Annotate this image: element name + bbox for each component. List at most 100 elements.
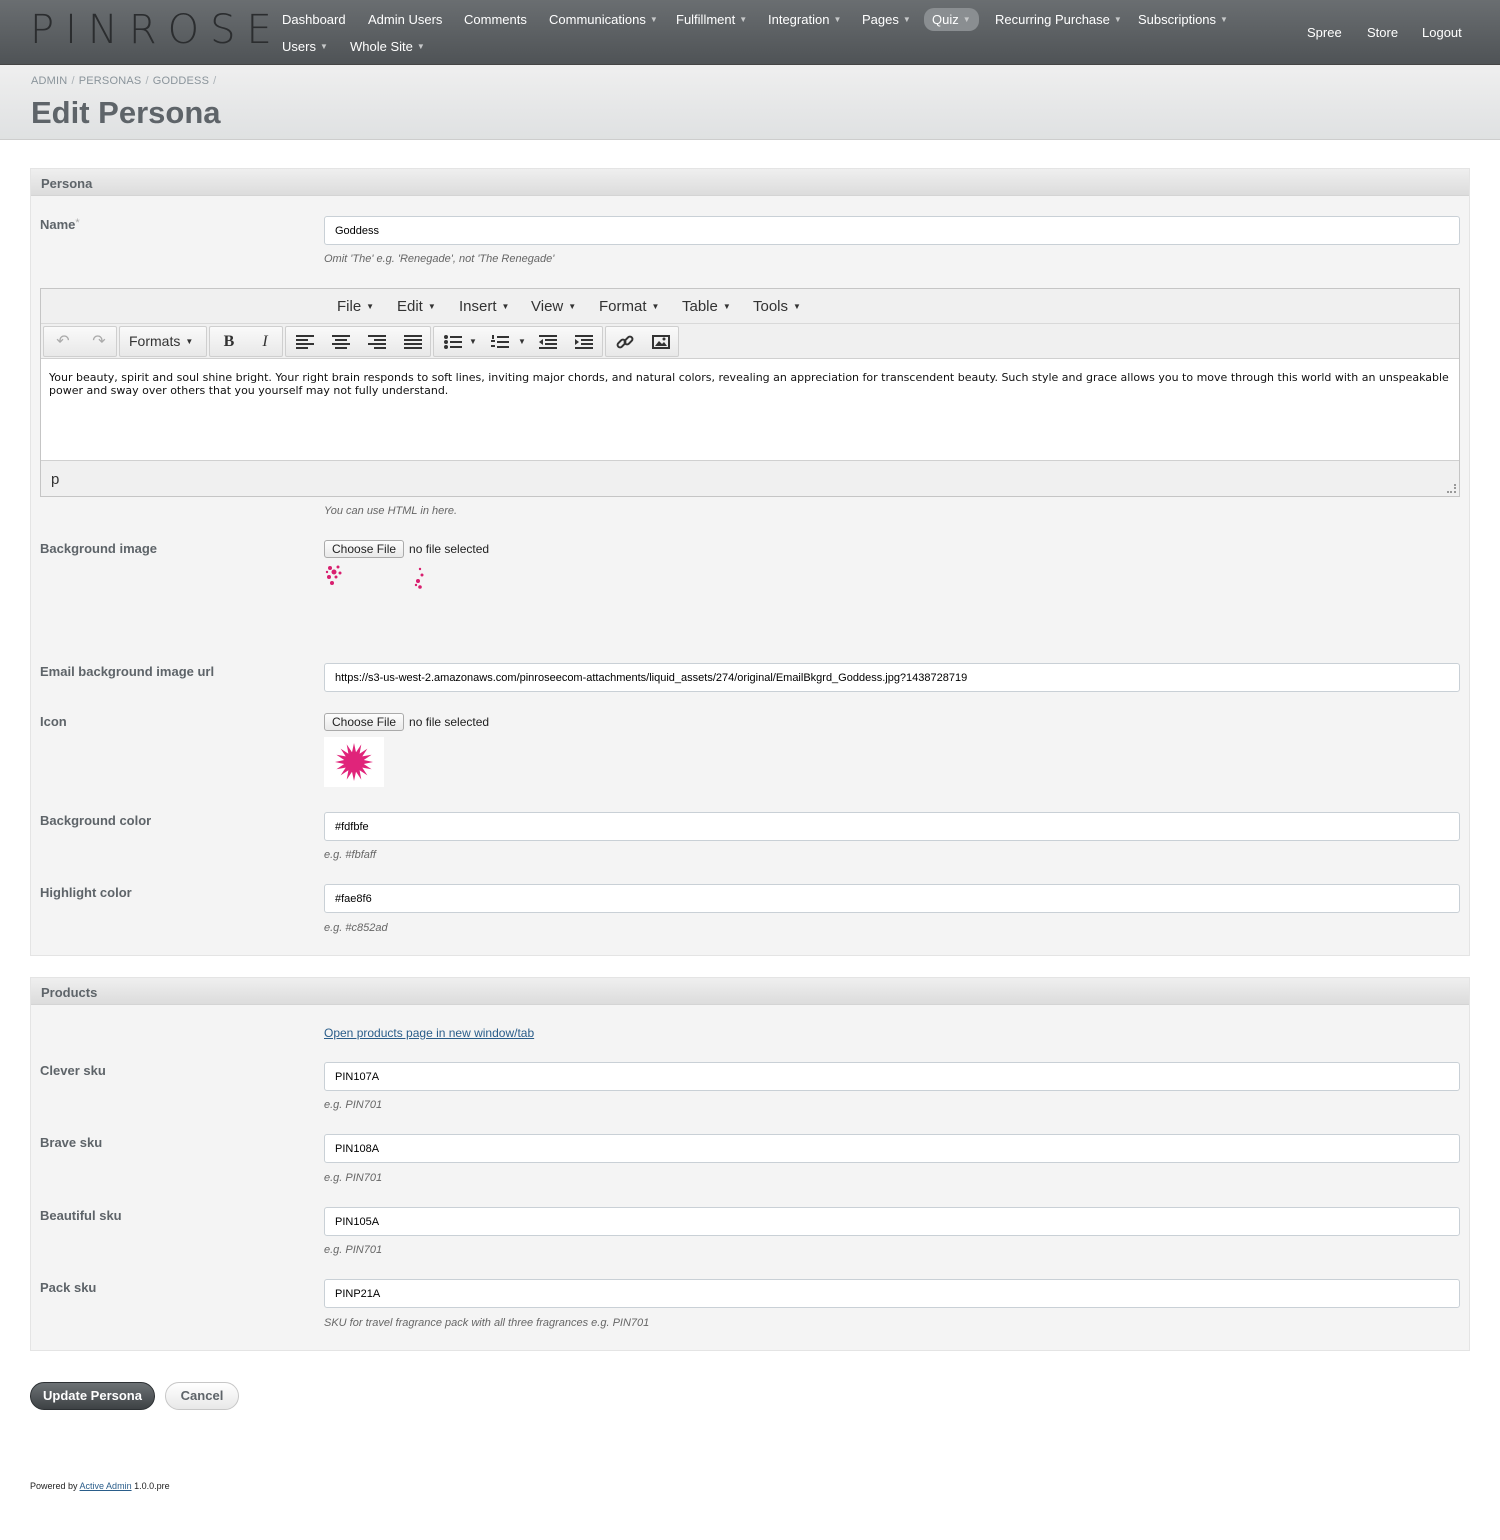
formats-group: Formats ▼ (119, 326, 207, 357)
chevron-down-icon: ▼ (739, 15, 748, 24)
clever-sku-label: Clever sku (40, 1063, 106, 1078)
menu-view[interactable]: View ▼ (531, 298, 576, 315)
chevron-down-icon: ▼ (1113, 15, 1122, 24)
nav-item-label: Subscriptions (1138, 12, 1217, 27)
nav-item-communications[interactable]: Communications ▼ (541, 8, 666, 31)
icon-preview (324, 737, 384, 787)
chevron-down-icon: ▼ (902, 15, 911, 24)
nav-item-recurring-purchase[interactable]: Recurring Purchase ▼ (987, 8, 1130, 31)
nav-item-fulfillment[interactable]: Fulfillment ▼ (668, 8, 755, 31)
menu-label: Edit (397, 298, 423, 315)
breadcrumb-personas[interactable]: PERSONAS (79, 75, 142, 87)
nav-item-pages[interactable]: Pages ▼ (854, 8, 919, 31)
element-path[interactable]: p (51, 471, 59, 488)
bold-icon[interactable]: B (211, 327, 247, 356)
products-page-link[interactable]: Open products page in new window/tab (324, 1026, 534, 1040)
chevron-down-icon: ▼ (416, 42, 425, 51)
nav-spree[interactable]: Spree (1307, 25, 1342, 40)
highlight-color-field[interactable]: #fae8f6 (324, 884, 1460, 913)
brave-sku-field[interactable]: PIN108A (324, 1134, 1460, 1163)
site-header: PINROSE Dashboard Admin Users Comments Comm… (0, 0, 1500, 65)
breadcrumb-separator: / (213, 75, 217, 87)
nav-item-whole-site[interactable]: Whole Site ▼ (342, 35, 433, 58)
menu-label: Format (599, 298, 647, 315)
nav-item-label: Users (282, 39, 316, 54)
align-right-icon[interactable] (359, 327, 395, 356)
background-image-label: Background image (40, 541, 158, 556)
nav-item-subscriptions[interactable]: Subscriptions ▼ (1130, 8, 1236, 31)
chevron-down-icon: ▼ (962, 15, 971, 24)
beautiful-sku-field[interactable]: PIN105A (324, 1207, 1460, 1236)
brave-sku-label: Brave sku (40, 1135, 103, 1150)
menu-tools[interactable]: Tools ▼ (753, 298, 801, 315)
history-group: ↶ ↷ (43, 326, 117, 357)
editor-content[interactable]: Your beauty, spirit and soul shine brigh… (41, 359, 1459, 460)
page-title: Edit Persona (31, 95, 221, 130)
chevron-down-icon[interactable]: ▼ (469, 327, 477, 356)
menu-insert[interactable]: Insert ▼ (459, 298, 509, 315)
breadcrumb-goddess[interactable]: GODDESS (153, 75, 209, 87)
persona-panel: Persona Name* Goddess Omit 'The' e.g. 'R… (30, 168, 1470, 956)
persona-panel-title: Persona (31, 169, 1469, 196)
nav-item-label: Communications (549, 12, 646, 27)
menu-edit[interactable]: Edit ▼ (397, 298, 436, 315)
update-persona-button[interactable]: Update Persona (30, 1382, 155, 1410)
footer: Powered by Active Admin 1.0.0.pre (30, 1481, 170, 1491)
numbered-list-icon[interactable] (482, 327, 518, 356)
menu-table[interactable]: Table ▼ (682, 298, 731, 315)
nav-item-comments[interactable]: Comments (456, 8, 535, 31)
chevron-down-icon: ▼ (568, 302, 577, 311)
undo-icon[interactable]: ↶ (45, 327, 81, 356)
chevron-down-icon: ▼ (427, 302, 436, 311)
menu-label: Insert (459, 298, 497, 315)
site-logo[interactable]: PINROSE (30, 8, 283, 52)
indent-icon[interactable] (566, 327, 602, 356)
active-admin-link[interactable]: Active Admin (80, 1481, 132, 1491)
align-center-icon[interactable] (323, 327, 359, 356)
menu-format[interactable]: Format ▼ (599, 298, 659, 315)
outdent-icon[interactable] (530, 327, 566, 356)
background-color-hint: e.g. #fbfaff (324, 849, 376, 861)
nav-item-users[interactable]: Users ▼ (274, 35, 336, 58)
align-left-icon[interactable] (287, 327, 323, 356)
nav-item-quiz[interactable]: Quiz ▼ (924, 8, 979, 31)
resize-handle-icon[interactable] (1447, 484, 1456, 493)
chevron-down-icon: ▼ (501, 302, 510, 311)
nav-item-integration[interactable]: Integration ▼ (760, 8, 849, 31)
italic-icon[interactable]: I (247, 327, 283, 356)
editor-toolbar: ↶ ↷ Formats ▼ B I ▼ ▼ (41, 324, 1459, 359)
cancel-button[interactable]: Cancel (165, 1382, 239, 1410)
nav-logout[interactable]: Logout (1422, 25, 1462, 40)
nav-item-label: Pages (862, 12, 899, 27)
redo-icon[interactable]: ↷ (81, 327, 117, 356)
insert-group (605, 326, 679, 357)
clever-sku-field[interactable]: PIN107A (324, 1062, 1460, 1091)
list-group: ▼ ▼ (433, 326, 603, 357)
menu-label: File (337, 298, 362, 315)
name-field[interactable]: Goddess (324, 216, 1460, 245)
pack-sku-field[interactable]: PINP21A (324, 1279, 1460, 1308)
chevron-down-icon: ▼ (319, 42, 328, 51)
bullet-list-icon[interactable] (435, 327, 471, 356)
link-icon[interactable] (607, 327, 643, 356)
breadcrumb-admin[interactable]: ADMIN (31, 75, 67, 87)
email-background-url-field[interactable]: https://s3-us-west-2.amazonaws.com/pinro… (324, 663, 1460, 692)
pack-sku-label: Pack sku (40, 1280, 97, 1295)
background-color-field[interactable]: #fdfbfe (324, 812, 1460, 841)
choose-file-button[interactable]: Choose File (324, 713, 405, 731)
align-justify-icon[interactable] (395, 327, 431, 356)
image-icon[interactable] (643, 327, 679, 356)
choose-file-button[interactable]: Choose File (324, 540, 405, 558)
menu-label: Table (682, 298, 718, 315)
formats-dropdown[interactable]: Formats ▼ (129, 333, 193, 349)
highlight-color-label: Highlight color (40, 885, 132, 900)
nav-item-dashboard[interactable]: Dashboard (274, 8, 354, 31)
chevron-down-icon[interactable]: ▼ (518, 327, 526, 356)
no-file-text: no file selected (409, 542, 490, 556)
menu-file[interactable]: File ▼ (337, 298, 374, 315)
products-panel: Products Open products page in new windo… (30, 977, 1470, 1351)
nav-item-admin-users[interactable]: Admin Users (360, 8, 450, 31)
nav-store[interactable]: Store (1367, 25, 1398, 40)
title-bar: ADMIN / PERSONAS / GODDESS / Edit Persona (0, 65, 1500, 140)
nav-item-label: Whole Site (350, 39, 413, 54)
